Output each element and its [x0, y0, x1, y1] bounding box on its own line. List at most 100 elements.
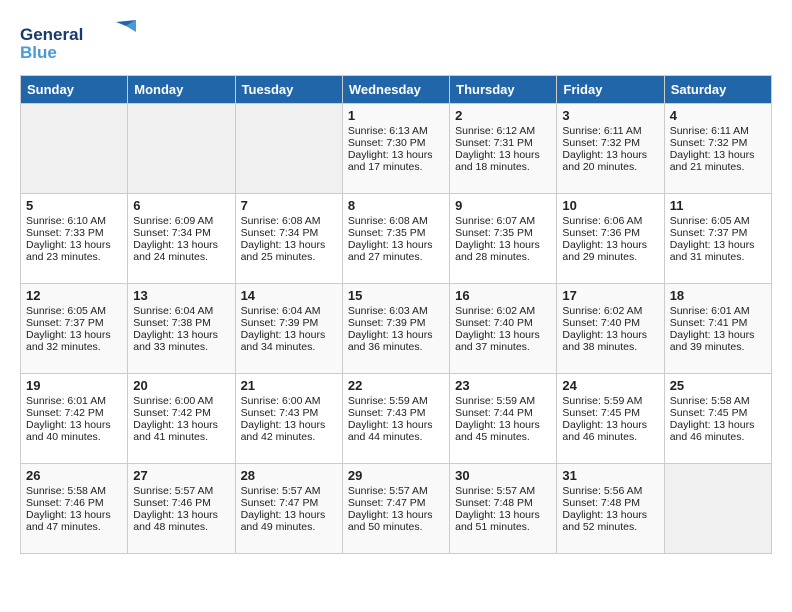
sunrise-label: Sunrise: 5:57 AM — [455, 485, 535, 497]
sunrise-label: Sunrise: 6:02 AM — [455, 305, 535, 317]
daylight-label: Daylight: 13 hours and 40 minutes. — [26, 419, 111, 443]
day-number: 13 — [133, 288, 229, 303]
sunrise-label: Sunrise: 5:58 AM — [670, 395, 750, 407]
calendar-cell: 14 Sunrise: 6:04 AM Sunset: 7:39 PM Dayl… — [235, 284, 342, 374]
day-number: 26 — [26, 468, 122, 483]
day-number: 2 — [455, 108, 551, 123]
day-number: 5 — [26, 198, 122, 213]
daylight-label: Daylight: 13 hours and 46 minutes. — [670, 419, 755, 443]
day-header-wednesday: Wednesday — [342, 76, 449, 104]
logo-svg: General Blue — [20, 20, 140, 65]
daylight-label: Daylight: 13 hours and 41 minutes. — [133, 419, 218, 443]
daylight-label: Daylight: 13 hours and 29 minutes. — [562, 239, 647, 263]
day-header-sunday: Sunday — [21, 76, 128, 104]
sunrise-label: Sunrise: 6:09 AM — [133, 215, 213, 227]
calendar-header-row: SundayMondayTuesdayWednesdayThursdayFrid… — [21, 76, 772, 104]
sunrise-label: Sunrise: 6:05 AM — [670, 215, 750, 227]
daylight-label: Daylight: 13 hours and 44 minutes. — [348, 419, 433, 443]
daylight-label: Daylight: 13 hours and 48 minutes. — [133, 509, 218, 533]
daylight-label: Daylight: 13 hours and 34 minutes. — [241, 329, 326, 353]
calendar-cell: 3 Sunrise: 6:11 AM Sunset: 7:32 PM Dayli… — [557, 104, 664, 194]
calendar-cell: 11 Sunrise: 6:05 AM Sunset: 7:37 PM Dayl… — [664, 194, 771, 284]
sunset-label: Sunset: 7:36 PM — [562, 227, 640, 239]
day-number: 6 — [133, 198, 229, 213]
sunset-label: Sunset: 7:39 PM — [348, 317, 426, 329]
sunrise-label: Sunrise: 6:02 AM — [562, 305, 642, 317]
daylight-label: Daylight: 13 hours and 50 minutes. — [348, 509, 433, 533]
sunset-label: Sunset: 7:40 PM — [455, 317, 533, 329]
calendar-cell: 23 Sunrise: 5:59 AM Sunset: 7:44 PM Dayl… — [450, 374, 557, 464]
sunrise-label: Sunrise: 6:11 AM — [670, 125, 749, 137]
day-number: 19 — [26, 378, 122, 393]
day-number: 3 — [562, 108, 658, 123]
calendar-week-row: 1 Sunrise: 6:13 AM Sunset: 7:30 PM Dayli… — [21, 104, 772, 194]
calendar-cell: 13 Sunrise: 6:04 AM Sunset: 7:38 PM Dayl… — [128, 284, 235, 374]
calendar-cell: 26 Sunrise: 5:58 AM Sunset: 7:46 PM Dayl… — [21, 464, 128, 554]
sunrise-label: Sunrise: 5:57 AM — [133, 485, 213, 497]
daylight-label: Daylight: 13 hours and 39 minutes. — [670, 329, 755, 353]
sunset-label: Sunset: 7:31 PM — [455, 137, 533, 149]
sunset-label: Sunset: 7:38 PM — [133, 317, 211, 329]
day-number: 8 — [348, 198, 444, 213]
daylight-label: Daylight: 13 hours and 27 minutes. — [348, 239, 433, 263]
calendar-cell: 27 Sunrise: 5:57 AM Sunset: 7:46 PM Dayl… — [128, 464, 235, 554]
day-number: 10 — [562, 198, 658, 213]
daylight-label: Daylight: 13 hours and 46 minutes. — [562, 419, 647, 443]
sunset-label: Sunset: 7:44 PM — [455, 407, 533, 419]
calendar-cell: 28 Sunrise: 5:57 AM Sunset: 7:47 PM Dayl… — [235, 464, 342, 554]
sunset-label: Sunset: 7:45 PM — [670, 407, 748, 419]
sunset-label: Sunset: 7:47 PM — [348, 497, 426, 509]
sunrise-label: Sunrise: 6:10 AM — [26, 215, 106, 227]
sunrise-label: Sunrise: 6:01 AM — [26, 395, 106, 407]
daylight-label: Daylight: 13 hours and 47 minutes. — [26, 509, 111, 533]
daylight-label: Daylight: 13 hours and 52 minutes. — [562, 509, 647, 533]
sunset-label: Sunset: 7:32 PM — [562, 137, 640, 149]
sunrise-label: Sunrise: 6:11 AM — [562, 125, 641, 137]
sunrise-label: Sunrise: 6:05 AM — [26, 305, 106, 317]
calendar-cell: 2 Sunrise: 6:12 AM Sunset: 7:31 PM Dayli… — [450, 104, 557, 194]
sunrise-label: Sunrise: 5:59 AM — [455, 395, 535, 407]
calendar-cell: 21 Sunrise: 6:00 AM Sunset: 7:43 PM Dayl… — [235, 374, 342, 464]
sunset-label: Sunset: 7:42 PM — [133, 407, 211, 419]
sunrise-label: Sunrise: 6:04 AM — [133, 305, 213, 317]
calendar-cell: 25 Sunrise: 5:58 AM Sunset: 7:45 PM Dayl… — [664, 374, 771, 464]
calendar-week-row: 12 Sunrise: 6:05 AM Sunset: 7:37 PM Dayl… — [21, 284, 772, 374]
day-number: 22 — [348, 378, 444, 393]
sunset-label: Sunset: 7:42 PM — [26, 407, 104, 419]
daylight-label: Daylight: 13 hours and 28 minutes. — [455, 239, 540, 263]
sunrise-label: Sunrise: 6:13 AM — [348, 125, 428, 137]
calendar-cell: 20 Sunrise: 6:00 AM Sunset: 7:42 PM Dayl… — [128, 374, 235, 464]
calendar-cell: 16 Sunrise: 6:02 AM Sunset: 7:40 PM Dayl… — [450, 284, 557, 374]
sunrise-label: Sunrise: 6:06 AM — [562, 215, 642, 227]
sunrise-label: Sunrise: 6:08 AM — [241, 215, 321, 227]
calendar-cell — [128, 104, 235, 194]
day-number: 4 — [670, 108, 766, 123]
day-number: 20 — [133, 378, 229, 393]
calendar-week-row: 19 Sunrise: 6:01 AM Sunset: 7:42 PM Dayl… — [21, 374, 772, 464]
calendar-cell: 8 Sunrise: 6:08 AM Sunset: 7:35 PM Dayli… — [342, 194, 449, 284]
sunrise-label: Sunrise: 5:57 AM — [241, 485, 321, 497]
sunset-label: Sunset: 7:46 PM — [133, 497, 211, 509]
sunrise-label: Sunrise: 6:04 AM — [241, 305, 321, 317]
sunset-label: Sunset: 7:34 PM — [133, 227, 211, 239]
sunset-label: Sunset: 7:43 PM — [241, 407, 319, 419]
calendar-cell: 30 Sunrise: 5:57 AM Sunset: 7:48 PM Dayl… — [450, 464, 557, 554]
sunset-label: Sunset: 7:37 PM — [26, 317, 104, 329]
calendar-cell: 1 Sunrise: 6:13 AM Sunset: 7:30 PM Dayli… — [342, 104, 449, 194]
sunset-label: Sunset: 7:37 PM — [670, 227, 748, 239]
sunrise-label: Sunrise: 5:56 AM — [562, 485, 642, 497]
calendar-cell: 12 Sunrise: 6:05 AM Sunset: 7:37 PM Dayl… — [21, 284, 128, 374]
day-number: 9 — [455, 198, 551, 213]
daylight-label: Daylight: 13 hours and 31 minutes. — [670, 239, 755, 263]
daylight-label: Daylight: 13 hours and 42 minutes. — [241, 419, 326, 443]
daylight-label: Daylight: 13 hours and 21 minutes. — [670, 149, 755, 173]
day-number: 12 — [26, 288, 122, 303]
calendar-cell: 19 Sunrise: 6:01 AM Sunset: 7:42 PM Dayl… — [21, 374, 128, 464]
calendar-cell: 22 Sunrise: 5:59 AM Sunset: 7:43 PM Dayl… — [342, 374, 449, 464]
sunrise-label: Sunrise: 5:59 AM — [562, 395, 642, 407]
day-number: 21 — [241, 378, 337, 393]
day-number: 15 — [348, 288, 444, 303]
day-number: 14 — [241, 288, 337, 303]
sunset-label: Sunset: 7:46 PM — [26, 497, 104, 509]
sunset-label: Sunset: 7:35 PM — [455, 227, 533, 239]
